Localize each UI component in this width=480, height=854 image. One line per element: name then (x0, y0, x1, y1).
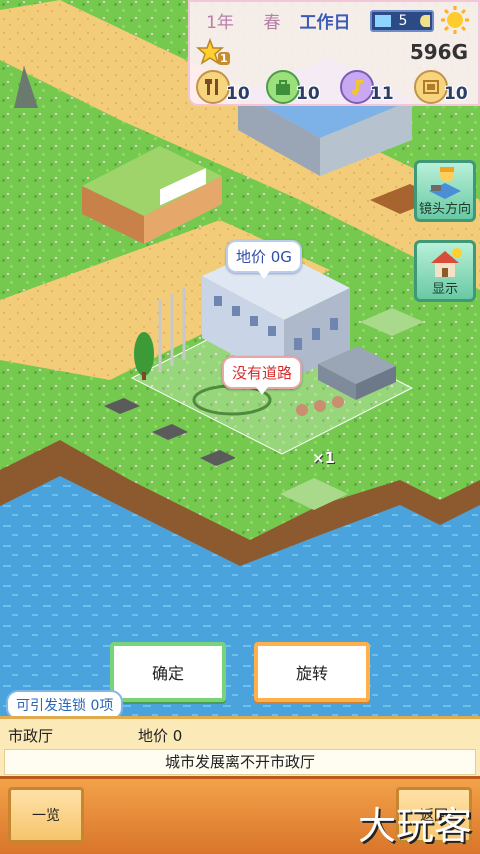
building-info-panel: 市政厅 地价 0 城市发展离不开市政厅 (0, 716, 480, 776)
shopping-bag-icon (266, 70, 300, 104)
watermark-logo: 大玩客 (357, 804, 472, 848)
house-icon (431, 248, 462, 277)
stats-row: 10 10 11 10 (190, 68, 478, 108)
stat-shopping-value: 10 (296, 84, 320, 104)
no-road-warning: 没有道路 (222, 356, 303, 395)
rotate-button[interactable]: 旋转 (254, 642, 370, 702)
confirm-button[interactable]: 确定 (110, 642, 226, 702)
year-label: 1年 (206, 12, 234, 33)
weather-icon (375, 15, 391, 27)
fork-knife-icon (196, 70, 230, 104)
multiplier-label: ×1 (312, 449, 336, 467)
camera-direction-button[interactable]: 镜头方向 (414, 160, 476, 222)
moon-icon (420, 15, 430, 27)
day-type-label: 工作日 (299, 12, 351, 33)
camera-direction-label: 镜头方向 (418, 202, 471, 217)
stat-culture-value: 10 (444, 84, 468, 104)
camera-icon (429, 167, 461, 199)
land-price-bubble: 地价 0G (226, 240, 302, 279)
sun-icon (441, 6, 469, 34)
theater-icon (414, 70, 448, 104)
building-price: 地价 0 (138, 727, 183, 745)
status-panel: 1年 春 工作日 5 1 596G 10 10 11 10 (188, 0, 480, 106)
money-amount: 596G (409, 40, 468, 64)
building-name: 市政厅 (8, 727, 54, 745)
list-button[interactable]: 一览 (8, 787, 84, 843)
building-description: 城市发展离不开市政厅 (4, 749, 476, 775)
display-button[interactable]: 显示 (414, 240, 476, 302)
calendar-indicator: 5 (370, 10, 434, 32)
date-row: 1年 春 工作日 5 (190, 2, 478, 38)
music-note-icon (340, 70, 374, 104)
stat-food-value: 10 (226, 84, 250, 104)
season-label: 春 (263, 12, 281, 33)
stat-music-value: 11 (370, 84, 394, 104)
display-label: 显示 (431, 282, 458, 297)
calendar-day: 5 (398, 13, 408, 29)
star-level: 1 (218, 52, 230, 65)
info-header: 市政厅 地价 0 (0, 721, 480, 747)
rank-money-row: 1 596G (190, 38, 478, 68)
